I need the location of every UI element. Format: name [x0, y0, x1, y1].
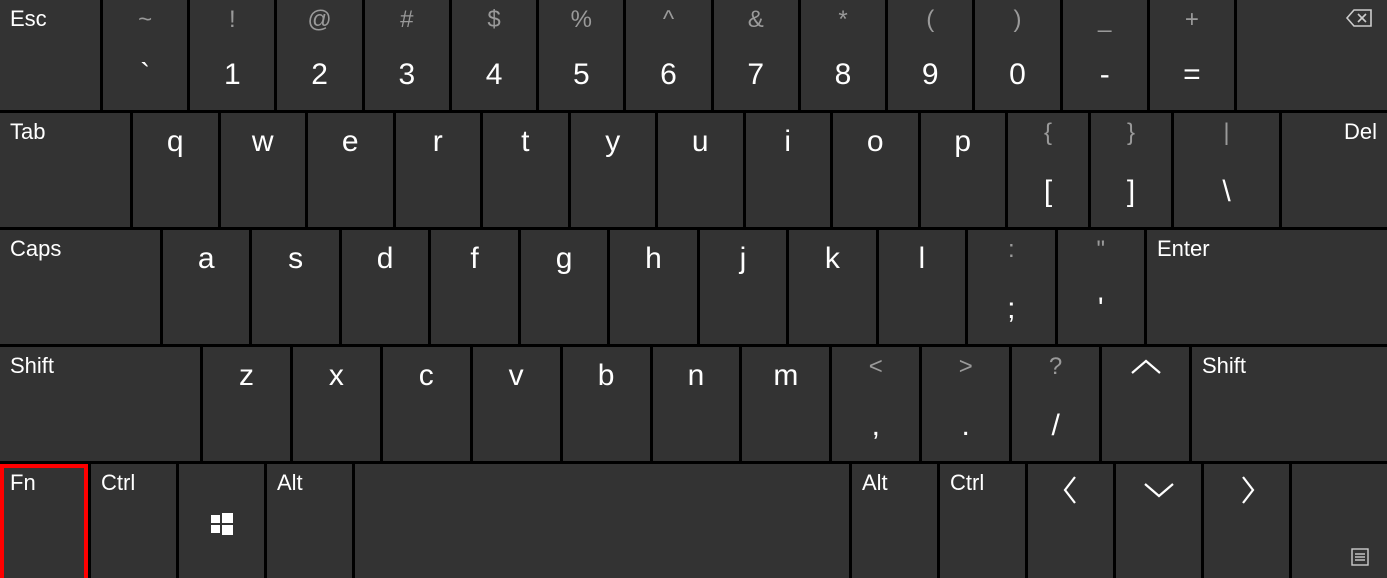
- j-key[interactable]: j: [700, 230, 786, 344]
- y-key[interactable]: y: [571, 113, 656, 227]
- slash-key[interactable]: ? /: [1012, 347, 1099, 461]
- tab-key[interactable]: Tab: [0, 113, 130, 227]
- x-key[interactable]: x: [293, 347, 380, 461]
- w-key[interactable]: w: [221, 113, 306, 227]
- equals-key[interactable]: + =: [1150, 0, 1234, 110]
- quote-key[interactable]: " ': [1058, 230, 1144, 344]
- nine-key[interactable]: ( 9: [888, 0, 972, 110]
- right-ctrl-key[interactable]: Ctrl: [940, 464, 1025, 578]
- b-key[interactable]: b: [563, 347, 650, 461]
- k-key[interactable]: k: [789, 230, 875, 344]
- one-key[interactable]: ! 1: [190, 0, 274, 110]
- chevron-right-icon: [1237, 475, 1257, 505]
- o-key[interactable]: o: [833, 113, 918, 227]
- d-key[interactable]: d: [342, 230, 428, 344]
- right-alt-key[interactable]: Alt: [852, 464, 937, 578]
- zero-key[interactable]: ) 0: [975, 0, 1059, 110]
- left-arrow-key[interactable]: [1028, 464, 1113, 578]
- i-key[interactable]: i: [746, 113, 831, 227]
- two-key[interactable]: @ 2: [277, 0, 361, 110]
- six-key[interactable]: ^ 6: [626, 0, 710, 110]
- e-key[interactable]: e: [308, 113, 393, 227]
- backspace-key[interactable]: [1237, 0, 1387, 110]
- backslash-key[interactable]: | \: [1174, 113, 1279, 227]
- h-key[interactable]: h: [610, 230, 696, 344]
- del-key[interactable]: Del: [1282, 113, 1387, 227]
- enter-key[interactable]: Enter: [1147, 230, 1387, 344]
- space-key[interactable]: [355, 464, 849, 578]
- t-key[interactable]: t: [483, 113, 568, 227]
- windows-logo-icon: [211, 513, 233, 535]
- menu-icon: [1351, 548, 1369, 566]
- caps-key[interactable]: Caps: [0, 230, 160, 344]
- esc-key[interactable]: Esc: [0, 0, 100, 110]
- z-key[interactable]: z: [203, 347, 290, 461]
- comma-key[interactable]: < ,: [832, 347, 919, 461]
- tilde-label: ~: [111, 6, 179, 34]
- left-ctrl-key[interactable]: Ctrl: [91, 464, 176, 578]
- up-arrow-key[interactable]: [1102, 347, 1189, 461]
- menu-key[interactable]: [1292, 464, 1387, 578]
- fn-key[interactable]: Fn: [0, 464, 88, 578]
- s-key[interactable]: s: [252, 230, 338, 344]
- four-key[interactable]: $ 4: [452, 0, 536, 110]
- q-key[interactable]: q: [133, 113, 218, 227]
- on-screen-keyboard: Esc ~ ` ! 1 @ 2 # 3 $ 4 % 5 ^ 6: [0, 0, 1387, 578]
- r-key[interactable]: r: [396, 113, 481, 227]
- u-key[interactable]: u: [658, 113, 743, 227]
- n-key[interactable]: n: [653, 347, 740, 461]
- left-shift-key[interactable]: Shift: [0, 347, 200, 461]
- left-alt-key[interactable]: Alt: [267, 464, 352, 578]
- windows-key[interactable]: [179, 464, 264, 578]
- chevron-left-icon: [1061, 475, 1081, 505]
- v-key[interactable]: v: [473, 347, 560, 461]
- keyboard-row-1: Tab q w e r t y u i o p { [ } ] | \ Del: [0, 113, 1387, 227]
- semicolon-key[interactable]: : ;: [968, 230, 1054, 344]
- chevron-up-icon: [1128, 357, 1164, 377]
- period-key[interactable]: > .: [922, 347, 1009, 461]
- five-key[interactable]: % 5: [539, 0, 623, 110]
- three-key[interactable]: # 3: [365, 0, 449, 110]
- left-bracket-key[interactable]: { [: [1008, 113, 1088, 227]
- keyboard-row-2: Caps a s d f g h j k l : ; " ' Enter: [0, 230, 1387, 344]
- keyboard-row-3: Shift z x c v b n m < , > . ? / Shift: [0, 347, 1387, 461]
- f-key[interactable]: f: [431, 230, 517, 344]
- down-arrow-key[interactable]: [1116, 464, 1201, 578]
- right-bracket-key[interactable]: } ]: [1091, 113, 1171, 227]
- backtick-label: `: [111, 58, 179, 92]
- g-key[interactable]: g: [521, 230, 607, 344]
- keyboard-row-4: Fn Ctrl Alt Alt Ctrl: [0, 464, 1387, 578]
- m-key[interactable]: m: [742, 347, 829, 461]
- chevron-down-icon: [1141, 480, 1177, 500]
- right-shift-key[interactable]: Shift: [1192, 347, 1387, 461]
- a-key[interactable]: a: [163, 230, 249, 344]
- seven-key[interactable]: & 7: [714, 0, 798, 110]
- c-key[interactable]: c: [383, 347, 470, 461]
- l-key[interactable]: l: [879, 230, 965, 344]
- p-key[interactable]: p: [921, 113, 1006, 227]
- backspace-icon: [1345, 8, 1373, 28]
- eight-key[interactable]: * 8: [801, 0, 885, 110]
- minus-key[interactable]: _ -: [1063, 0, 1147, 110]
- backtick-key[interactable]: ~ `: [103, 0, 187, 110]
- keyboard-row-0: Esc ~ ` ! 1 @ 2 # 3 $ 4 % 5 ^ 6: [0, 0, 1387, 110]
- right-arrow-key[interactable]: [1204, 464, 1289, 578]
- esc-label: Esc: [10, 6, 47, 32]
